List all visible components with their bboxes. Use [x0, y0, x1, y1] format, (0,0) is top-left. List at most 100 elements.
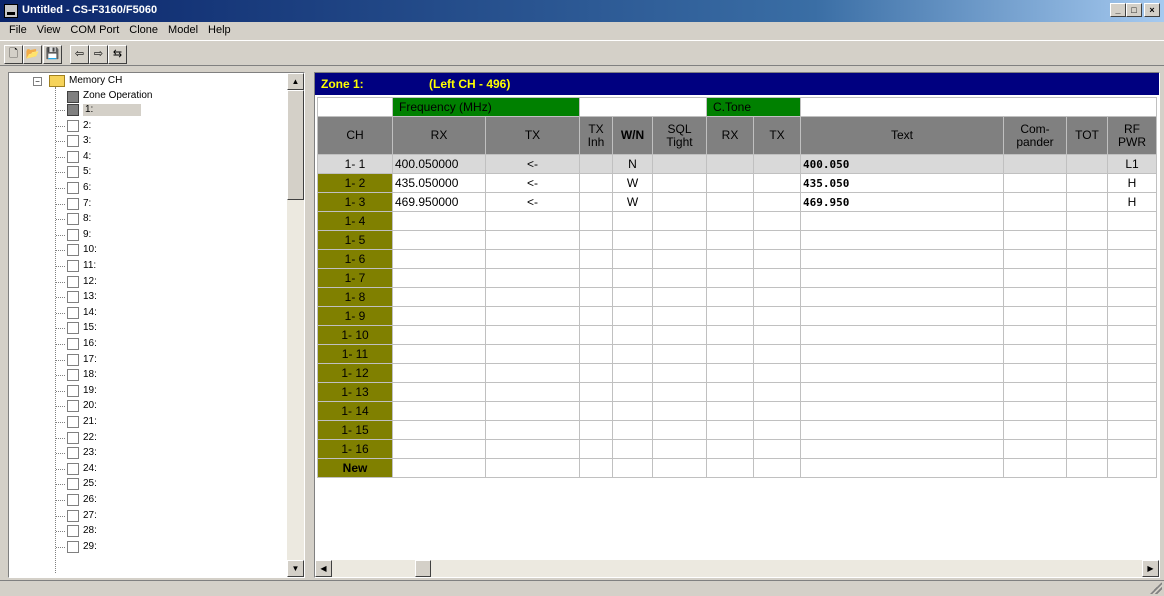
cell-tx[interactable]	[485, 325, 580, 345]
cell-tx[interactable]	[485, 344, 580, 364]
cell-crx[interactable]	[706, 382, 754, 402]
cell-txinh[interactable]	[579, 173, 613, 193]
cell-txinh[interactable]	[579, 458, 613, 478]
cell-comp[interactable]	[1003, 420, 1067, 440]
cell-crx[interactable]	[706, 211, 754, 231]
cell-ctx[interactable]	[753, 363, 801, 383]
cell-ctx[interactable]	[753, 268, 801, 288]
cell-txinh[interactable]	[579, 306, 613, 326]
cell-wn[interactable]	[612, 268, 653, 288]
cell-crx[interactable]	[706, 439, 754, 459]
cell-crx[interactable]	[706, 458, 754, 478]
cell-crx[interactable]	[706, 173, 754, 193]
cell-wn[interactable]: N	[612, 154, 653, 174]
table-row[interactable]: 1- 16	[317, 439, 1157, 459]
cell-txinh[interactable]	[579, 154, 613, 174]
tree-item-ch16[interactable]: 16:	[83, 338, 97, 350]
tree-item-ch15[interactable]: 15:	[83, 322, 97, 334]
channel-tree[interactable]: ▲ ▼ − Memory CH Zone Operation 1: 2: 3: 4: 5: 6:…	[8, 72, 305, 578]
tree-item-ch10[interactable]: 10:	[83, 244, 97, 256]
cell-text[interactable]: 400.050	[800, 154, 1004, 174]
cell-sql[interactable]	[652, 154, 707, 174]
cell-rf[interactable]	[1107, 287, 1157, 307]
menu-view[interactable]: View	[32, 22, 66, 40]
cell-crx[interactable]	[706, 401, 754, 421]
cell-crx[interactable]	[706, 230, 754, 250]
table-row[interactable]: 1- 9	[317, 306, 1157, 326]
table-row[interactable]: 1- 4	[317, 211, 1157, 231]
scroll-right-button[interactable]: ▶	[1142, 560, 1159, 577]
cell-rf[interactable]	[1107, 382, 1157, 402]
cell-comp[interactable]	[1003, 249, 1067, 269]
cell-comp[interactable]	[1003, 401, 1067, 421]
cell-rx[interactable]: 400.050000	[392, 154, 486, 174]
cell-rf[interactable]	[1107, 363, 1157, 383]
cell-comp[interactable]	[1003, 154, 1067, 174]
new-button[interactable]: 🗋	[4, 45, 23, 64]
cell-tx[interactable]	[485, 458, 580, 478]
cell-text[interactable]	[800, 230, 1004, 250]
cell-ctx[interactable]	[753, 211, 801, 231]
cell-rf[interactable]	[1107, 439, 1157, 459]
cell-rf[interactable]	[1107, 401, 1157, 421]
cell-comp[interactable]	[1003, 211, 1067, 231]
cell-comp[interactable]	[1003, 325, 1067, 345]
tree-item-ch18[interactable]: 18:	[83, 369, 97, 381]
tree-item-ch4[interactable]: 4:	[83, 151, 91, 163]
cell-ctx[interactable]	[753, 249, 801, 269]
cell-rx[interactable]	[392, 249, 486, 269]
cell-rx[interactable]	[392, 211, 486, 231]
table-row[interactable]: 1- 2 435.050000 <- W 435.050 H	[317, 173, 1157, 193]
cell-rf[interactable]: L1	[1107, 154, 1157, 174]
cell-rx[interactable]: 435.050000	[392, 173, 486, 193]
cell-tot[interactable]	[1066, 230, 1108, 250]
cell-rf[interactable]: H	[1107, 173, 1157, 193]
cell-wn[interactable]	[612, 325, 653, 345]
cell-tx[interactable]: <-	[485, 154, 580, 174]
table-row[interactable]: 1- 7	[317, 268, 1157, 288]
cell-text[interactable]	[800, 401, 1004, 421]
cell-crx[interactable]	[706, 154, 754, 174]
cell-sql[interactable]	[652, 344, 707, 364]
h-scroll-thumb[interactable]	[415, 560, 431, 577]
cell-tx[interactable]	[485, 230, 580, 250]
menu-file[interactable]: File	[4, 22, 32, 40]
cell-tot[interactable]	[1066, 439, 1108, 459]
cell-wn[interactable]	[612, 382, 653, 402]
tree-item-ch26[interactable]: 26:	[83, 494, 97, 506]
cell-ctx[interactable]	[753, 439, 801, 459]
cell-rf[interactable]	[1107, 230, 1157, 250]
cell-sql[interactable]	[652, 211, 707, 231]
cell-txinh[interactable]	[579, 420, 613, 440]
cell-rf[interactable]	[1107, 344, 1157, 364]
cell-wn[interactable]	[612, 211, 653, 231]
cell-text[interactable]	[800, 268, 1004, 288]
tree-item-ch29[interactable]: 29:	[83, 541, 97, 553]
cell-text[interactable]	[800, 458, 1004, 478]
cell-text[interactable]	[800, 382, 1004, 402]
cell-crx[interactable]	[706, 325, 754, 345]
cell-rx[interactable]	[392, 306, 486, 326]
cell-sql[interactable]	[652, 230, 707, 250]
cell-rx[interactable]	[392, 458, 486, 478]
cell-tot[interactable]	[1066, 249, 1108, 269]
table-row[interactable]: 1- 13	[317, 382, 1157, 402]
cell-rx[interactable]	[392, 420, 486, 440]
cell-txinh[interactable]	[579, 325, 613, 345]
cell-tot[interactable]	[1066, 325, 1108, 345]
cell-tot[interactable]	[1066, 173, 1108, 193]
cell-rf[interactable]	[1107, 420, 1157, 440]
clone-button[interactable]: ⇆	[108, 45, 127, 64]
cell-text[interactable]	[800, 287, 1004, 307]
cell-wn[interactable]	[612, 439, 653, 459]
cell-ctx[interactable]	[753, 154, 801, 174]
cell-sql[interactable]	[652, 287, 707, 307]
cell-txinh[interactable]	[579, 268, 613, 288]
cell-wn[interactable]	[612, 420, 653, 440]
cell-text[interactable]: 435.050	[800, 173, 1004, 193]
cell-crx[interactable]	[706, 306, 754, 326]
cell-rx[interactable]	[392, 287, 486, 307]
table-row[interactable]: 1- 3 469.950000 <- W 469.950 H	[317, 192, 1157, 212]
cell-txinh[interactable]	[579, 401, 613, 421]
cell-comp[interactable]	[1003, 306, 1067, 326]
